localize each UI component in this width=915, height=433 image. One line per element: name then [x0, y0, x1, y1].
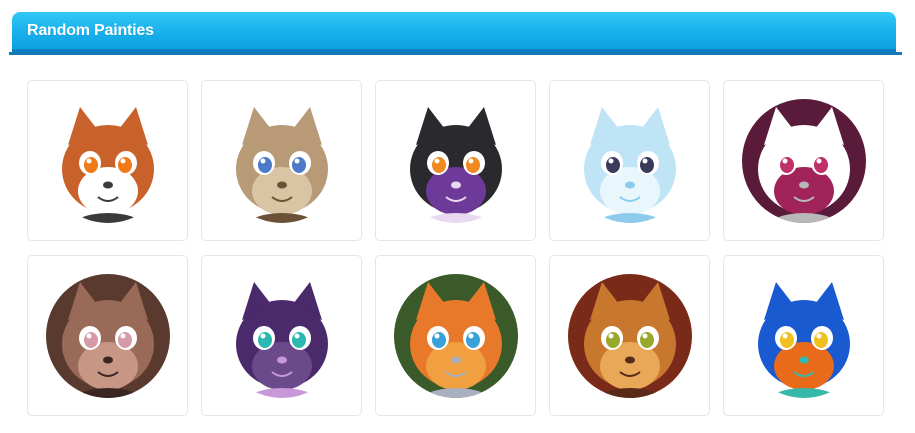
paintie-image	[741, 98, 866, 223]
paintie-avatar-mushroom-pair[interactable]	[219, 98, 344, 223]
paintie-image	[219, 98, 344, 223]
paintie-avatar-golden-dragon[interactable]	[567, 273, 692, 398]
paintie-image	[393, 98, 518, 223]
paintie-avatar-griffon[interactable]	[393, 273, 518, 398]
paintie-image	[219, 273, 344, 398]
paintie-card-black-wolf[interactable]	[375, 80, 536, 241]
paintie-avatar-purple-cat[interactable]	[219, 273, 344, 398]
paintie-card-mushroom-pair[interactable]	[201, 80, 362, 241]
paintie-image	[45, 98, 170, 223]
header-divider	[9, 52, 902, 55]
paintie-card-blue-spirit[interactable]	[549, 80, 710, 241]
paintie-avatar-blue-spirit[interactable]	[567, 98, 692, 223]
paintie-image	[567, 98, 692, 223]
painties-grid	[27, 80, 884, 416]
paintie-avatar-fox-orange-eyes[interactable]	[45, 98, 170, 223]
paintie-avatar-brown-bunny[interactable]	[45, 273, 170, 398]
paintie-avatar-pink-fox[interactable]	[741, 98, 866, 223]
paintie-card-griffon[interactable]	[375, 255, 536, 416]
paintie-image	[45, 273, 170, 398]
paintie-avatar-black-wolf[interactable]	[393, 98, 518, 223]
panel-title: Random Painties	[27, 22, 154, 39]
paintie-image	[741, 273, 866, 398]
paintie-card-blue-raptor[interactable]	[723, 255, 884, 416]
paintie-image	[393, 273, 518, 398]
paintie-card-pink-fox[interactable]	[723, 80, 884, 241]
paintie-avatar-blue-raptor[interactable]	[741, 273, 866, 398]
paintie-image	[567, 273, 692, 398]
paintie-card-brown-bunny[interactable]	[27, 255, 188, 416]
panel-header: Random Painties	[12, 12, 896, 52]
paintie-card-fox-orange-eyes[interactable]	[27, 80, 188, 241]
paintie-card-purple-cat[interactable]	[201, 255, 362, 416]
paintie-card-golden-dragon[interactable]	[549, 255, 710, 416]
